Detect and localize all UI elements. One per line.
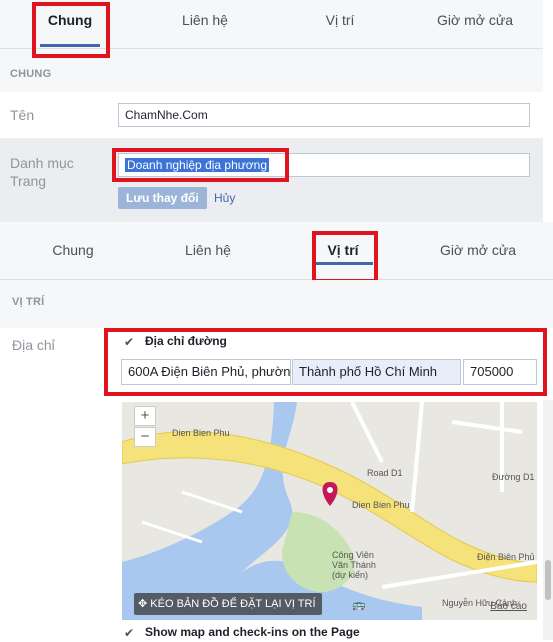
name-row: Tên ChamNhe.Com [0,92,543,138]
drag-hint-text: KÉO BẢN ĐỒ ĐỂ ĐẶT LẠI VỊ TRÍ [150,598,316,610]
show-map-checkbox-label: Show map and check-ins on the Page [145,625,360,639]
active-tab-indicator [313,262,373,265]
tab-location[interactable]: Vị trí [303,222,383,271]
tab-contact[interactable]: Liên hệ [168,222,248,271]
tab-contact-label: Liên hệ [185,242,231,258]
tab-general[interactable]: Chung [33,222,113,271]
address-label: Địa chỉ [12,337,55,353]
map-park-label: Công Viên Văn Thánh (dự kiến) [332,550,376,580]
zoom-in-button[interactable]: + [134,406,156,426]
tab-general[interactable]: Chung [30,0,110,49]
category-label: Danh mục Trang [10,155,74,189]
map-street-label: Dien Bien Phu [172,428,230,438]
map-road-label: Đường D1 [492,472,535,482]
save-changes-button[interactable]: Lưu thay đổi [118,187,207,209]
tab-bar: Chung Liên hệ Vị trí Giờ mở cửa [0,222,553,280]
move-icon: ✥ [138,598,151,610]
city-input[interactable]: Thành phố Hồ Chí Minh [292,359,461,385]
street-address-checkbox[interactable]: ✔ [124,336,136,348]
tab-hours[interactable]: Giờ mở cửa [428,222,528,271]
tab-hours-label: Giờ mở cửa [440,242,516,258]
tab-general-label: Chung [47,12,93,28]
tab-bar: Chung Liên hệ Vị trí Giờ mở cửa [0,0,543,49]
zoom-out-button[interactable]: − [134,427,156,447]
cancel-link[interactable]: Hủy [214,191,235,205]
street-address-checkbox-label: Địa chỉ đường [145,334,227,348]
map-road-label: Road D1 [367,468,403,478]
tab-location-label: Vị trí [325,12,355,28]
bus-icon: 🚌 [352,599,366,611]
tab-contact-label: Liên hệ [182,12,228,28]
drag-to-reposition-hint: ✥ KÉO BẢN ĐỒ ĐỂ ĐẶT LẠI VỊ TRÍ [134,593,322,615]
report-link[interactable]: Báo cáo [490,601,527,612]
location-map[interactable]: + − Dien Bien Phu Dien Bien Phu Điện Biê… [122,402,537,620]
section-title-location: VỊ TRÍ [12,296,45,308]
name-label: Tên [10,107,35,123]
tab-general-label: Chung [52,242,94,258]
name-input[interactable]: ChamNhe.Com [118,103,530,127]
section-header-bg [0,280,553,328]
map-street-label: Dien Bien Phu [352,500,410,510]
show-map-checkbox[interactable]: ✔ [124,627,136,639]
tab-hours[interactable]: Giờ mở cửa [425,0,525,49]
map-street-label: Điện Biên Phủ [477,552,535,562]
tab-hours-label: Giờ mở cửa [437,12,513,28]
active-tab-indicator [40,44,100,47]
general-settings-panel: Chung Liên hệ Vị trí Giờ mở cửa CHUNG Tê… [0,0,543,222]
category-input[interactable]: Doanh nghiệp địa phương [118,153,530,177]
tab-location-label: Vị trí [327,242,359,258]
scrollbar[interactable] [543,400,553,640]
section-title-general: CHUNG [10,68,52,80]
category-value-selected: Doanh nghiệp địa phương [125,158,270,172]
street-input[interactable]: 600A Điện Biên Phủ, phường [121,359,291,385]
tab-location[interactable]: Vị trí [300,0,380,49]
zip-input[interactable]: 705000 [463,359,537,385]
category-row: Danh mục Trang Doanh nghiệp địa phương L… [0,138,543,222]
tab-contact[interactable]: Liên hệ [165,0,245,49]
scrollbar-thumb[interactable] [545,560,551,600]
